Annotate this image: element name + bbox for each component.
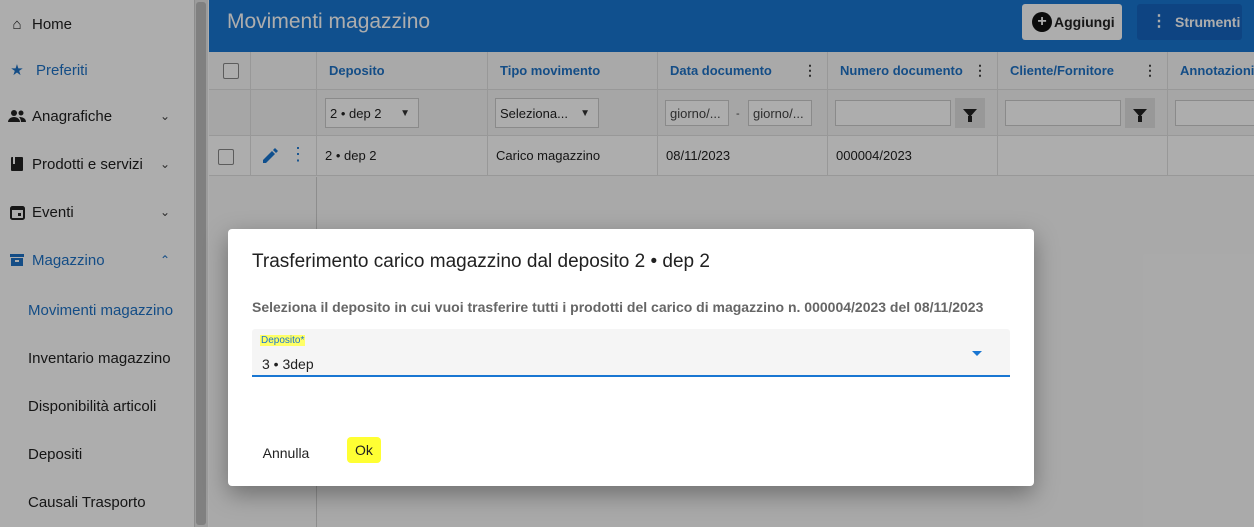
deposito-select[interactable]: Deposito* 3 • 3dep — [252, 329, 1010, 377]
dialog-message: Seleziona il deposito in cui vuoi trasfe… — [252, 299, 984, 315]
cancel-button[interactable]: Annulla — [252, 437, 320, 469]
deposito-select-value: 3 • 3dep — [262, 356, 314, 372]
deposito-select-label: Deposito* — [260, 335, 306, 346]
transfer-dialog: Trasferimento carico magazzino dal depos… — [228, 229, 1034, 486]
ok-button[interactable]: Ok — [347, 437, 381, 463]
dialog-title: Trasferimento carico magazzino dal depos… — [252, 251, 710, 272]
dropdown-arrow-icon — [972, 351, 982, 356]
